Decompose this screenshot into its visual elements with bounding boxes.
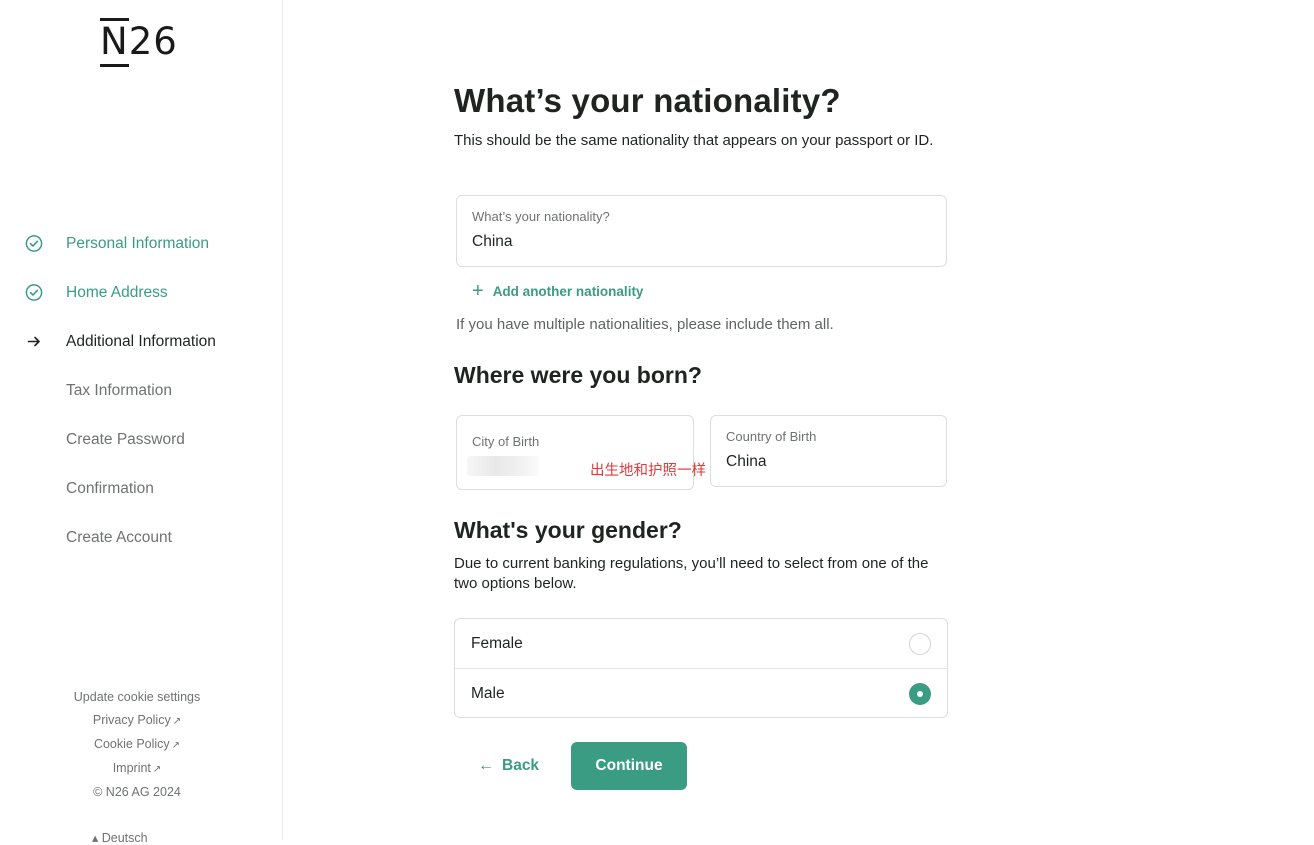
logo-number: 26 xyxy=(128,20,178,63)
step-create-password: Create Password xyxy=(0,415,282,464)
link-text: Imprint xyxy=(112,761,151,775)
annotation-text: 出生地和护照一样 xyxy=(590,463,706,479)
back-label: Back xyxy=(502,757,540,774)
language-label: Deutsch xyxy=(101,831,148,845)
privacy-policy-link[interactable]: Privacy Policy ↗ xyxy=(0,709,274,733)
cookie-settings-link[interactable]: Update cookie settings xyxy=(0,686,274,709)
radio-unselected[interactable] xyxy=(909,632,931,655)
continue-button[interactable]: Continue xyxy=(571,742,687,790)
cookie-policy-link[interactable]: Cookie Policy ↗ xyxy=(0,733,274,757)
arrow-left-icon: ← xyxy=(478,757,494,774)
step-label: Personal Information xyxy=(66,234,210,252)
imprint-link[interactable]: Imprint ↗ xyxy=(0,757,274,781)
link-text: Privacy Policy xyxy=(92,713,171,727)
nationality-description: This should be the same nationality that… xyxy=(454,132,934,149)
external-link-icon: ↗ xyxy=(152,764,162,775)
gender-option-female[interactable]: Female xyxy=(455,619,947,668)
copyright-text: © N26 AG 2024 xyxy=(93,785,181,799)
city-of-birth-label: City of Birth xyxy=(472,434,540,449)
radio-selected[interactable] xyxy=(909,682,931,705)
country-of-birth-field[interactable]: Country of Birth China xyxy=(710,415,947,487)
sidebar: N26 Personal Information Home Address Ad… xyxy=(0,0,283,845)
plus-icon: + xyxy=(472,280,484,302)
sidebar-footer: Update cookie settings Privacy Policy ↗ C… xyxy=(0,686,274,804)
step-label: Confirmation xyxy=(66,479,154,497)
external-link-icon: ↗ xyxy=(171,740,181,751)
link-text: Cookie Policy xyxy=(93,737,170,751)
step-personal-information[interactable]: Personal Information xyxy=(0,219,282,268)
back-button[interactable]: ← Back xyxy=(478,754,539,778)
redacted-city-value xyxy=(467,456,539,476)
gender-options: Female Male xyxy=(454,618,948,718)
check-circle-icon xyxy=(24,234,43,253)
n26-logo[interactable]: N26 xyxy=(100,15,180,69)
gender-section-title: What's your gender? xyxy=(454,517,682,543)
birth-section-title: Where were you born? xyxy=(454,362,702,388)
globe-icon: ▴ xyxy=(92,831,102,845)
step-tax-information: Tax Information xyxy=(0,366,282,415)
country-of-birth-value: China xyxy=(726,453,767,470)
nationality-field-value: China xyxy=(472,233,513,250)
gender-option-male[interactable]: Male xyxy=(455,668,947,717)
step-label: Home Address xyxy=(66,283,168,301)
external-link-icon: ↗ xyxy=(172,716,182,727)
step-create-account: Create Account xyxy=(0,513,282,562)
step-label: Additional Information xyxy=(66,332,216,350)
nationality-field[interactable]: What’s your nationality? China xyxy=(456,195,947,267)
option-label: Male xyxy=(471,684,505,702)
add-nationality-button[interactable]: + Add another nationality xyxy=(472,280,643,302)
nationality-field-label: What’s your nationality? xyxy=(472,209,610,224)
step-label: Tax Information xyxy=(66,381,172,399)
nationality-hint: If you have multiple nationalities, plea… xyxy=(456,316,834,333)
page-title: What’s your nationality? xyxy=(454,82,841,119)
progress-steps: Personal Information Home Address Additi… xyxy=(0,219,282,562)
check-circle-icon xyxy=(24,283,43,302)
step-label: Create Password xyxy=(66,430,185,448)
add-nationality-label: Add another nationality xyxy=(492,283,644,299)
step-additional-information[interactable]: Additional Information xyxy=(0,317,282,366)
option-label: Female xyxy=(471,634,523,652)
step-home-address[interactable]: Home Address xyxy=(0,268,282,317)
language-switcher[interactable]: ▴ Deutsch xyxy=(92,830,148,845)
gender-description: Due to current banking regulations, you’… xyxy=(454,555,929,592)
arrow-right-icon xyxy=(24,332,43,351)
logo-letter: N xyxy=(100,15,129,69)
step-confirmation: Confirmation xyxy=(0,464,282,513)
step-label: Create Account xyxy=(66,528,172,546)
country-of-birth-label: Country of Birth xyxy=(726,429,817,444)
